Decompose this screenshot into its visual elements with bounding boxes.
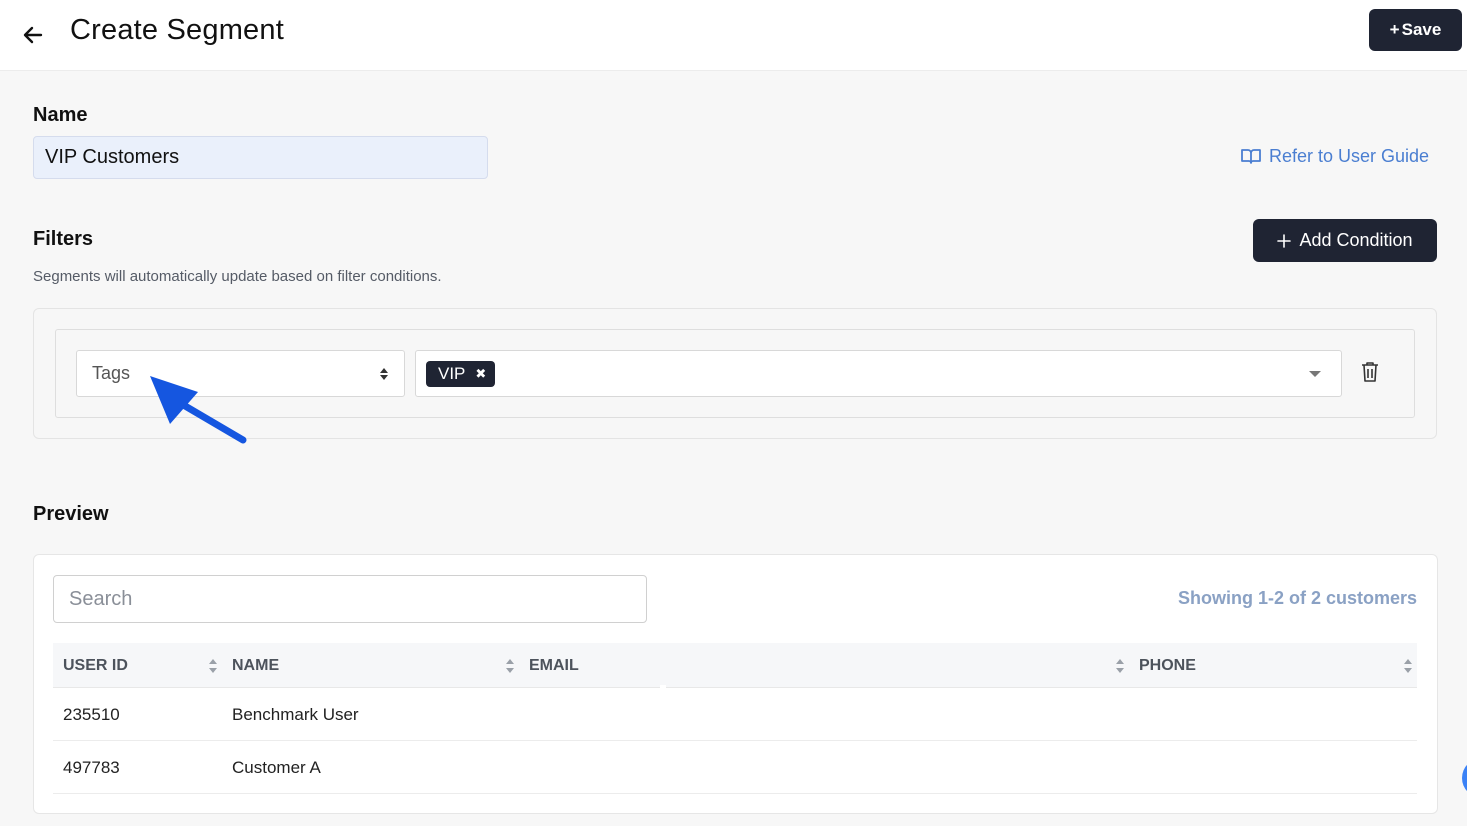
add-condition-button[interactable]: Add Condition bbox=[1253, 219, 1437, 262]
plus-icon bbox=[1277, 233, 1292, 248]
table-row[interactable]: 235510 Benchmark User bbox=[53, 688, 1417, 741]
table-header: USER ID NAME EMAIL PHONE bbox=[53, 643, 1417, 689]
arrow-left-icon bbox=[23, 26, 43, 44]
trash-icon bbox=[1362, 362, 1378, 382]
save-button-label: Save bbox=[1401, 20, 1442, 39]
column-header-name[interactable]: NAME bbox=[232, 643, 279, 688]
sort-icon[interactable] bbox=[208, 658, 218, 674]
annotation-arrow-icon bbox=[150, 376, 247, 444]
sort-updown-icon bbox=[380, 367, 388, 380]
user-guide-label: Refer to User Guide bbox=[1269, 145, 1430, 166]
add-condition-label: Add Condition bbox=[1299, 230, 1413, 250]
sort-icon[interactable] bbox=[1115, 658, 1125, 674]
filters-label: Filters bbox=[33, 228, 94, 250]
delete-condition-button[interactable] bbox=[1361, 361, 1383, 385]
name-label: Name bbox=[33, 104, 88, 126]
save-button[interactable]: + Save bbox=[1369, 9, 1462, 51]
filters-description: Segments will automatically update based… bbox=[33, 268, 442, 285]
cell-user-id: 235510 bbox=[63, 704, 120, 724]
chevron-down-icon[interactable] bbox=[1309, 371, 1321, 377]
condition-value-select[interactable]: VIP ✖ bbox=[415, 350, 1342, 397]
column-header-phone[interactable]: PHONE bbox=[1139, 643, 1196, 688]
preview-label: Preview bbox=[33, 503, 109, 525]
user-guide-link[interactable]: Refer to User Guide bbox=[1241, 144, 1429, 168]
cell-user-id: 497783 bbox=[63, 757, 120, 777]
column-header-user-id[interactable]: USER ID bbox=[63, 643, 128, 688]
remove-tag-icon[interactable]: ✖ bbox=[475, 366, 486, 382]
back-button[interactable] bbox=[18, 20, 48, 50]
book-icon bbox=[1241, 149, 1261, 164]
sort-icon[interactable] bbox=[1403, 658, 1413, 674]
results-count: Showing 1-2 of 2 customers bbox=[1177, 588, 1417, 608]
search-input[interactable] bbox=[53, 575, 647, 623]
segment-name-input[interactable] bbox=[33, 136, 488, 179]
page-title: Create Segment bbox=[70, 14, 284, 46]
chat-widget-button[interactable] bbox=[1462, 758, 1467, 798]
cell-name: Customer A bbox=[232, 757, 321, 777]
table-row[interactable]: 497783 Customer A bbox=[53, 741, 1417, 794]
sort-icon[interactable] bbox=[505, 658, 515, 674]
column-header-email[interactable]: EMAIL bbox=[529, 643, 579, 688]
top-bar: Create Segment + Save bbox=[0, 0, 1467, 71]
plus-icon: + bbox=[1389, 20, 1400, 39]
tag-chip: VIP ✖ bbox=[426, 360, 496, 387]
tag-chip-label: VIP bbox=[438, 363, 466, 383]
cell-name: Benchmark User bbox=[232, 704, 359, 724]
